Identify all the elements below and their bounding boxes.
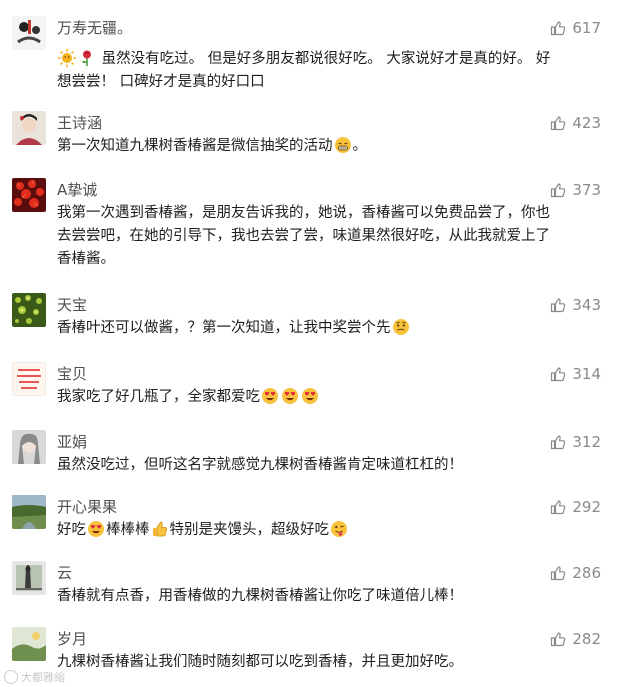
comment-text: 九棵树香椿酱让我们随时随刻都可以吃到香椿，并且更加好吃。 xyxy=(57,654,463,670)
username[interactable]: 开心果果 xyxy=(57,497,117,517)
watermark: 大都雅缩 xyxy=(4,669,65,685)
thumbs-up-icon xyxy=(550,499,566,515)
avatar[interactable] xyxy=(12,111,46,145)
like-count: 286 xyxy=(572,564,601,582)
sun-emoji xyxy=(58,49,76,67)
like-button[interactable]: 373 xyxy=(550,180,601,200)
like-count: 292 xyxy=(572,498,601,516)
like-button[interactable]: 314 xyxy=(550,364,601,384)
heart-eyes-emoji xyxy=(87,520,105,538)
username[interactable]: 云 xyxy=(57,563,72,583)
like-count: 373 xyxy=(572,181,601,199)
grin-emoji xyxy=(334,136,352,154)
username[interactable]: 天宝 xyxy=(57,295,87,315)
tongue-wink-emoji xyxy=(330,520,348,538)
watermark-circle-icon xyxy=(4,670,18,684)
thumbs-up-icon xyxy=(550,434,566,450)
comment-text: 我家吃了好几瓶了，全家都爱吃 xyxy=(57,386,605,409)
like-count: 282 xyxy=(572,630,601,648)
heart-eyes-emoji xyxy=(281,387,299,405)
like-count: 343 xyxy=(572,296,601,314)
comment-text: 虽然没有吃过。 但是好多朋友都说很好吃。 大家说好才是真的好。 好 想尝尝！ 口… xyxy=(57,49,551,90)
thumbs-up-icon xyxy=(550,182,566,198)
comment-text: 我第一次遇到香椿酱，是朋友告诉我的，她说，香椿酱可以免费品尝了，你也 去尝尝吧，… xyxy=(57,205,550,267)
avatar[interactable] xyxy=(12,495,46,529)
like-button[interactable]: 617 xyxy=(550,18,601,38)
avatar[interactable] xyxy=(12,178,46,212)
thumbs-up-icon xyxy=(550,297,566,313)
username[interactable]: 万寿无疆。 xyxy=(57,18,132,38)
avatar[interactable] xyxy=(12,362,46,396)
comment-text: 香椿叶还可以做酱，？第一次知道，让我中奖尝个先 xyxy=(57,317,605,340)
comment-text: 虽然没吃过，但听这名字就感觉九棵树香椿酱肯定味道杠杠的！ xyxy=(57,457,463,473)
username[interactable]: 宝贝 xyxy=(57,364,87,384)
username[interactable]: 亚娟 xyxy=(57,432,87,452)
thumbs-up-icon xyxy=(550,631,566,647)
thumbs-up-emoji xyxy=(151,520,169,538)
like-count: 312 xyxy=(572,433,601,451)
comment-text: 第一次知道九棵树香椿酱是微信抽奖的活动。 xyxy=(57,136,367,154)
rose-emoji xyxy=(78,49,96,67)
comment-text: 好吃 棒棒棒 特别是夹馒头，超级好吃 xyxy=(57,519,605,542)
like-count: 314 xyxy=(572,365,601,383)
thumbs-up-icon xyxy=(550,115,566,131)
heart-eyes-emoji xyxy=(261,387,279,405)
like-count: 617 xyxy=(572,19,601,37)
heart-eyes-emoji xyxy=(301,387,319,405)
like-button[interactable]: 286 xyxy=(550,563,601,583)
like-button[interactable]: 423 xyxy=(550,113,601,133)
avatar[interactable] xyxy=(12,16,46,50)
like-button[interactable]: 292 xyxy=(550,497,601,517)
username[interactable]: 王诗涵 xyxy=(57,113,102,133)
like-count: 423 xyxy=(572,114,601,132)
hopeful-emoji xyxy=(392,318,410,336)
like-button[interactable]: 343 xyxy=(550,295,601,315)
like-button[interactable]: 312 xyxy=(550,432,601,452)
username[interactable]: 岁月 xyxy=(57,629,87,649)
thumbs-up-icon xyxy=(550,20,566,36)
thumbs-up-icon xyxy=(550,366,566,382)
like-button[interactable]: 282 xyxy=(550,629,601,649)
avatar[interactable] xyxy=(12,627,46,661)
avatar[interactable] xyxy=(12,430,46,464)
comment-text: 香椿就有点香，用香椿做的九棵树香椿酱让你吃了味道倍儿棒！ xyxy=(57,588,463,604)
thumbs-up-icon xyxy=(550,565,566,581)
avatar[interactable] xyxy=(12,561,46,595)
avatar[interactable] xyxy=(12,293,46,327)
username[interactable]: A挚诚 xyxy=(57,180,97,200)
